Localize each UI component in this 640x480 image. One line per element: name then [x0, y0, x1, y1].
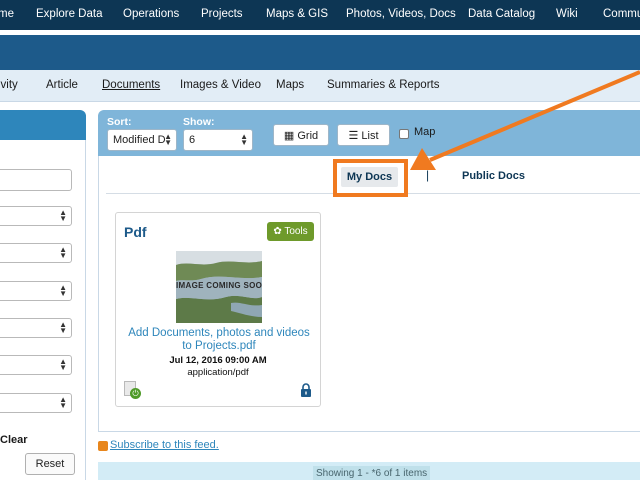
- document-date: Jul 12, 2016 09:00 AM: [169, 355, 267, 366]
- list-icon: ☰: [348, 130, 359, 142]
- results-count: Showing 1 - *6 of 1 items: [313, 466, 431, 480]
- subnav-item-activity[interactable]: ivity: [0, 79, 18, 91]
- tabs-divider: [106, 193, 640, 194]
- document-title-link[interactable]: Add Documents, photos and videos to Proj…: [122, 327, 316, 353]
- sort-arrows-icon: ▲ ▼: [59, 320, 67, 335]
- grid-icon: ▦: [283, 130, 295, 142]
- map-checkbox-label: Map: [414, 126, 436, 138]
- sort-arrows-icon: ▲ ▼: [59, 283, 67, 298]
- sort-arrows-icon: ▲ ▼: [59, 208, 67, 223]
- nav-item-data-catalog[interactable]: Data Catalog: [468, 8, 535, 20]
- grid-view-button[interactable]: ▦ Grid: [273, 124, 329, 146]
- list-view-button[interactable]: ☰ List: [337, 124, 390, 146]
- sort-select[interactable]: Modified D ▲ ▼: [107, 129, 177, 151]
- app-root: me Explore Data Operations Projects Maps…: [0, 0, 640, 480]
- filter-panel-header: [0, 110, 86, 140]
- subnav-item-article[interactable]: Article: [46, 79, 78, 91]
- tools-button[interactable]: ✿ Tools: [267, 222, 314, 241]
- clear-filters-link[interactable]: Clear: [0, 434, 28, 446]
- sort-arrows-icon: ▲ ▼: [59, 395, 67, 410]
- results-toolbar: Sort: Modified D ▲ ▼ Show: 6 ▲ ▼ ▦ Grid ☰ …: [98, 110, 640, 156]
- section-navigation: ivity Article Documents Images & Video M…: [0, 70, 640, 102]
- document-thumbnail[interactable]: IMAGE COMING SOON: [176, 251, 262, 323]
- subscribe-feed-link[interactable]: Subscribe to this feed.: [110, 439, 219, 451]
- top-navigation: me Explore Data Operations Projects Maps…: [0, 0, 640, 30]
- show-select[interactable]: 6 ▲ ▼: [183, 129, 253, 151]
- filter-select-2[interactable]: ▲ ▼: [0, 243, 72, 263]
- filter-select-5[interactable]: ▲ ▼: [0, 355, 72, 375]
- filter-select-4[interactable]: ▲ ▼: [0, 318, 72, 338]
- site-banner: [0, 35, 640, 70]
- download-icon[interactable]: ⏻: [130, 388, 141, 399]
- map-view-checkbox[interactable]: [399, 129, 409, 139]
- grid-button-label: Grid: [297, 130, 319, 142]
- subnav-item-images-video[interactable]: Images & Video: [180, 79, 261, 91]
- sort-arrows-icon: ▲ ▼: [164, 132, 172, 147]
- filter-panel: [0, 140, 86, 480]
- sort-arrows-icon: ▲ ▼: [59, 357, 67, 372]
- document-card: Pdf ✿ Tools IMAGE COMING SOON Add Docume…: [115, 212, 321, 407]
- gear-icon: ✿: [273, 226, 282, 237]
- sort-arrows-icon: ▲ ▼: [240, 132, 248, 147]
- filter-keyword-input[interactable]: [0, 169, 72, 191]
- filter-select-1[interactable]: ▲ ▼: [0, 206, 72, 226]
- tools-button-label: Tools: [284, 226, 308, 237]
- nav-item-projects[interactable]: Projects: [201, 8, 243, 20]
- card-title: Pdf: [124, 224, 147, 240]
- subnav-item-documents[interactable]: Documents: [102, 79, 160, 91]
- nav-item-explore-data[interactable]: Explore Data: [36, 8, 102, 20]
- sort-select-value: Modified D: [113, 134, 166, 146]
- filter-select-6[interactable]: ▲ ▼: [0, 393, 72, 413]
- show-label: Show:: [183, 116, 215, 128]
- reset-button[interactable]: Reset: [25, 453, 75, 475]
- nav-item-home[interactable]: me: [0, 8, 14, 20]
- document-mime-type: application/pdf: [187, 367, 249, 378]
- filter-select-3[interactable]: ▲ ▼: [0, 281, 72, 301]
- tab-separator: |: [426, 168, 430, 182]
- nav-item-maps-gis[interactable]: Maps & GIS: [266, 8, 328, 20]
- tab-my-docs[interactable]: My Docs: [341, 167, 398, 187]
- tab-public-docs[interactable]: Public Docs: [462, 170, 525, 182]
- rss-icon[interactable]: [98, 441, 108, 451]
- subnav-item-summaries-reports[interactable]: Summaries & Reports: [327, 79, 439, 91]
- sort-arrows-icon: ▲ ▼: [59, 245, 67, 260]
- thumbnail-caption: IMAGE COMING SOON: [176, 281, 262, 290]
- sort-label: Sort:: [107, 116, 132, 128]
- nav-item-wiki[interactable]: Wiki: [556, 8, 578, 20]
- list-button-label: List: [361, 130, 379, 142]
- lock-icon: [301, 383, 311, 397]
- nav-item-photos-videos-docs[interactable]: Photos, Videos, Docs: [346, 8, 456, 20]
- subnav-item-maps[interactable]: Maps: [276, 79, 304, 91]
- nav-item-community[interactable]: Commu: [603, 8, 640, 20]
- show-select-value: 6: [189, 134, 196, 146]
- nav-item-operations[interactable]: Operations: [123, 8, 179, 20]
